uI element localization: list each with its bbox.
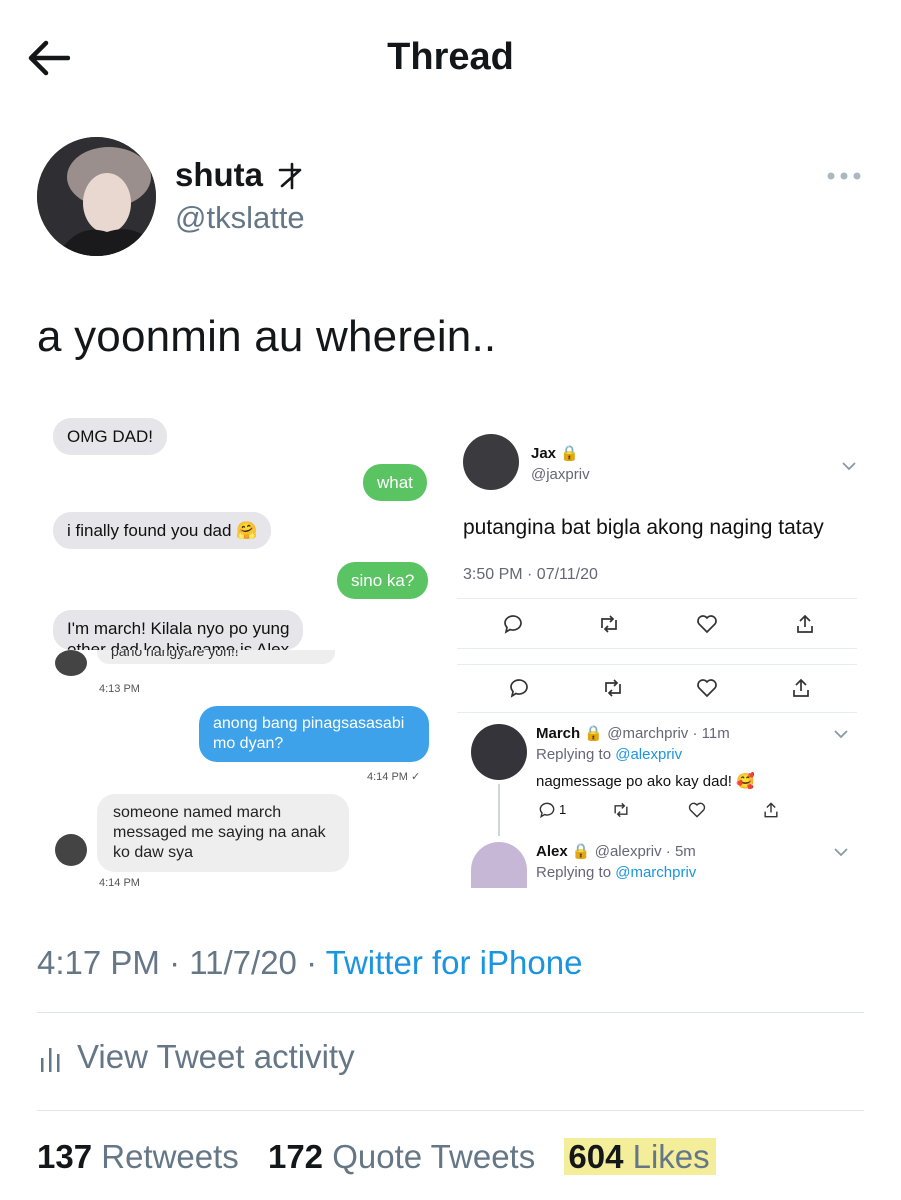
- likes-label: Likes: [632, 1138, 710, 1175]
- quotes-label: Quote Tweets: [332, 1138, 536, 1175]
- march-text: nagmessage po ako kay dad! 🥰: [536, 773, 755, 790]
- share-icon: [764, 802, 778, 818]
- chat-bubble-text-cut: other dad ko his name is Alex: [67, 640, 290, 650]
- chat-bubble: OMG DAD!: [53, 418, 167, 455]
- chat-avatar: [55, 650, 87, 676]
- march-replying: Replying to @alexpriv: [536, 746, 682, 763]
- author-handle[interactable]: @tkslatte: [175, 200, 305, 236]
- retweets-stat[interactable]: 137 Retweets: [37, 1138, 239, 1175]
- chat-bubble: pano nangyare yon!!: [97, 650, 335, 664]
- chat-bubble: sino ka?: [337, 562, 429, 599]
- like-icon: [697, 679, 717, 698]
- chat-timestamp: 4:13 PM: [99, 683, 140, 695]
- retweets-count: 137: [37, 1138, 93, 1175]
- jax-text: putangina bat bigla akong naging tatay: [463, 516, 824, 539]
- chat-bubble: anong bang pinagsasasabi mo dyan?: [199, 706, 429, 762]
- replying-handle-link: @alexpriv: [615, 746, 683, 763]
- alex-replying: Replying to @marchpriv: [536, 864, 696, 881]
- share-icon: [797, 614, 813, 633]
- alex-avatar: [471, 842, 527, 888]
- retweet-icon: [605, 679, 621, 697]
- chevron-down-icon: [834, 848, 848, 857]
- march-reply-count: 1: [559, 802, 567, 817]
- tweet-meta: 4:17 PM · 11/7/20 · Twitter for iPhone: [37, 944, 583, 981]
- chat-bubble: i finally found you dad 🤗: [53, 512, 272, 549]
- chat-timestamp: 4:14 PM: [99, 877, 140, 889]
- march-handle: @marchpriv · 11m: [607, 725, 730, 742]
- more-dots-icon: [827, 172, 861, 180]
- replying-label: Replying to: [536, 746, 612, 763]
- tweet-image[interactable]: OMG DAD! what i finally found you dad 🤗 …: [37, 400, 867, 895]
- likes-stat[interactable]: 604 Likes: [564, 1138, 716, 1175]
- chevron-down-icon: [834, 730, 848, 739]
- lock-icon: 🔒: [560, 445, 579, 462]
- bar-chart-icon: [41, 1048, 60, 1072]
- jax-handle: @jaxpriv: [531, 466, 590, 483]
- alex-name: Alex: [536, 843, 568, 860]
- reply-icon: [504, 615, 522, 634]
- share-icon: [793, 678, 809, 697]
- retweets-label: Retweets: [101, 1138, 239, 1175]
- jax-name: Jax 🔒: [531, 444, 579, 462]
- like-icon: [697, 615, 717, 634]
- more-options-button[interactable]: [824, 164, 864, 188]
- chat-bubble-text: I'm march! Kilala nyo po yung: [67, 619, 290, 638]
- chat-bubble: what: [363, 464, 427, 501]
- jax-name-text: Jax: [531, 445, 557, 462]
- view-activity-label: View Tweet activity: [77, 1038, 355, 1075]
- lock-icon: 🔒: [571, 843, 591, 860]
- author-name[interactable]: shuta: [175, 156, 306, 194]
- chat-bubble: someone named march messaged me saying n…: [97, 794, 349, 872]
- replying-handle-link: @marchpriv: [615, 864, 697, 881]
- reply-icon: [539, 802, 555, 819]
- march-avatar: [471, 724, 527, 780]
- alex-header: Alex 🔒 @alexpriv · 5m: [536, 842, 696, 860]
- chat-bubble-text-cut: pano nangyare yon!!: [111, 650, 239, 659]
- lock-icon: 🔒: [584, 725, 604, 742]
- march-name: March: [536, 725, 581, 742]
- retweet-icon: [614, 802, 628, 818]
- march-header: March 🔒 @marchpriv · 11m: [536, 724, 730, 742]
- tweet-source-link[interactable]: Twitter for iPhone: [326, 944, 583, 981]
- alex-handle: @alexpriv · 5m: [594, 843, 696, 860]
- page-title: Thread: [387, 36, 514, 78]
- replying-label: Replying to: [536, 864, 612, 881]
- divider: [37, 1110, 864, 1111]
- chat-timestamp: 4:14 PM ✓: [367, 771, 421, 783]
- quotes-count: 172: [267, 1138, 324, 1175]
- retweet-icon: [601, 615, 617, 633]
- chat-avatar: [55, 834, 87, 866]
- chat-bubble: I'm march! Kilala nyo po yung other dad …: [53, 610, 304, 650]
- tweet-date: 11/7/20: [189, 944, 297, 981]
- tweet-time: 4:17 PM: [37, 944, 160, 981]
- thread-line: [498, 784, 500, 836]
- author-glyph-icon: [278, 162, 302, 190]
- divider: [37, 1012, 864, 1013]
- author-name-text: shuta: [175, 156, 264, 193]
- quote-tweets-stat[interactable]: 172 Quote Tweets: [268, 1138, 535, 1175]
- jax-time: 3:50 PM · 07/11/20: [463, 566, 598, 583]
- likes-count: 604: [568, 1138, 624, 1175]
- tweet-text: a yoonmin au wherein..: [37, 312, 497, 361]
- avatar[interactable]: [37, 137, 156, 256]
- view-activity-button[interactable]: View Tweet activity: [37, 1038, 355, 1076]
- engagement-stats: 137 Retweets 172 Quote Tweets 604 Likes: [37, 1138, 736, 1176]
- like-icon: [688, 802, 706, 818]
- chevron-down-icon: [842, 462, 856, 471]
- jax-avatar: [463, 434, 519, 490]
- reply-icon: [510, 679, 528, 698]
